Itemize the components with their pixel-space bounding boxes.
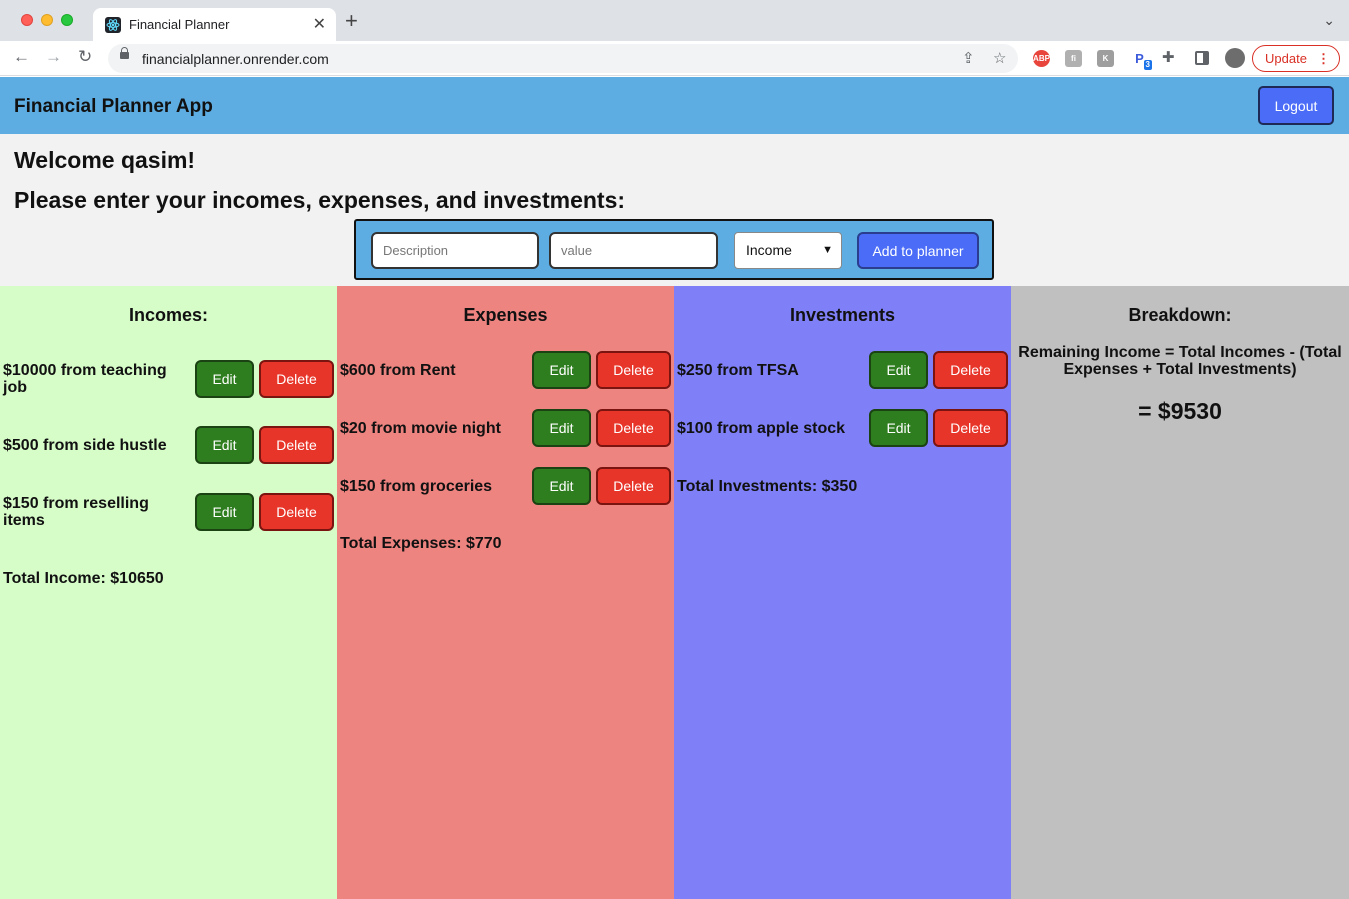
- profile-avatar[interactable]: [1225, 48, 1245, 68]
- delete-button[interactable]: Delete: [933, 351, 1008, 389]
- delete-button[interactable]: Delete: [596, 467, 671, 505]
- tab-search-chevron-icon[interactable]: ⌄: [1323, 12, 1335, 29]
- app-title: Financial Planner App: [14, 96, 213, 117]
- close-window-button[interactable]: [21, 14, 33, 26]
- lock-icon[interactable]: [120, 47, 129, 59]
- browser-tab[interactable]: Financial Planner ✕: [93, 8, 336, 41]
- url-text[interactable]: financialplanner.onrender.com: [142, 51, 329, 67]
- edit-button[interactable]: Edit: [195, 360, 254, 398]
- new-tab-icon[interactable]: +: [345, 10, 358, 32]
- edit-button[interactable]: Edit: [532, 409, 591, 447]
- logout-button[interactable]: Logout: [1258, 86, 1334, 125]
- income-item-label: $500 from side hustle: [3, 437, 167, 454]
- browser-tabstrip: Financial Planner ✕ + ⌄: [0, 0, 1349, 41]
- incomes-column: Incomes: $10000 from teaching job Edit D…: [0, 286, 337, 899]
- extension-p-icon[interactable]: P3: [1131, 50, 1152, 70]
- minimize-window-button[interactable]: [41, 14, 53, 26]
- update-button[interactable]: Update ⋮: [1252, 45, 1340, 72]
- type-select[interactable]: Income ▼: [734, 232, 842, 269]
- investments-title: Investments: [789, 305, 896, 325]
- adblock-extension-icon[interactable]: ABP: [1033, 50, 1050, 67]
- breakdown-column: Breakdown: Remaining Income = Total Inco…: [1011, 286, 1349, 899]
- incomes-title: Incomes:: [128, 305, 209, 325]
- entry-form: Income ▼ Add to planner: [354, 219, 994, 280]
- total-income: Total Income: $10650: [3, 570, 164, 587]
- add-to-planner-button[interactable]: Add to planner: [857, 232, 979, 269]
- investment-item-label: $100 from apple stock: [677, 420, 846, 437]
- expense-item-label: $600 from Rent: [340, 362, 456, 379]
- react-favicon-icon: [105, 17, 121, 33]
- description-input[interactable]: [371, 232, 539, 269]
- delete-button[interactable]: Delete: [596, 409, 671, 447]
- income-item-label: $150 from reselling items: [3, 495, 149, 529]
- close-tab-icon[interactable]: ✕: [313, 14, 326, 34]
- entry-section: Welcome qasim! Please enter your incomes…: [0, 134, 1349, 286]
- forward-arrow-icon[interactable]: →: [45, 47, 62, 67]
- update-label: Update: [1265, 51, 1307, 66]
- income-item: $10000 from teaching job Edit Delete: [0, 360, 337, 400]
- edit-button[interactable]: Edit: [869, 351, 928, 389]
- instructions-heading: Please enter your incomes, expenses, and…: [14, 187, 626, 213]
- maximize-window-button[interactable]: [61, 14, 73, 26]
- investment-item: $250 from TFSA Edit Delete: [674, 351, 1011, 391]
- income-item: $500 from side hustle Edit Delete: [0, 426, 337, 466]
- breakdown-title: Breakdown:: [1128, 305, 1232, 325]
- edit-button[interactable]: Edit: [532, 467, 591, 505]
- expenses-column: Expenses $600 from Rent Edit Delete $20 …: [337, 286, 674, 899]
- chevron-down-icon: ▼: [822, 244, 833, 256]
- expense-item-label: $150 from groceries: [340, 478, 493, 495]
- delete-button[interactable]: Delete: [596, 351, 671, 389]
- remaining-income-result: = $9530: [1138, 398, 1222, 424]
- total-expenses: Total Expenses: $770: [340, 535, 502, 552]
- delete-button[interactable]: Delete: [933, 409, 1008, 447]
- delete-button[interactable]: Delete: [259, 360, 334, 398]
- edit-button[interactable]: Edit: [532, 351, 591, 389]
- investment-item: $100 from apple stock Edit Delete: [674, 409, 1011, 449]
- investments-column: Investments $250 from TFSA Edit Delete $…: [674, 286, 1011, 899]
- income-item: $150 from reselling items Edit Delete: [0, 493, 337, 533]
- browser-toolbar: ← → ↻ financialplanner.onrender.com ⇪ ☆ …: [0, 41, 1349, 76]
- edit-button[interactable]: Edit: [195, 426, 254, 464]
- income-item-label: $10000 from teaching job: [3, 362, 167, 396]
- extensions-puzzle-icon[interactable]: ✚: [1162, 48, 1175, 66]
- share-icon[interactable]: ⇪: [962, 49, 975, 67]
- expense-item: $600 from Rent Edit Delete: [337, 351, 674, 391]
- app-header: Financial Planner App Logout: [0, 77, 1349, 134]
- value-input[interactable]: [549, 232, 718, 269]
- edit-button[interactable]: Edit: [195, 493, 254, 531]
- breakdown-formula: Remaining Income = Total Incomes - (Tota…: [1018, 344, 1342, 378]
- menu-dots-icon[interactable]: ⋮: [1317, 46, 1330, 71]
- bookmark-star-icon[interactable]: ☆: [993, 49, 1006, 67]
- reload-icon[interactable]: ↻: [78, 47, 92, 67]
- expense-item: $20 from movie night Edit Delete: [337, 409, 674, 449]
- type-select-value: Income: [746, 242, 792, 258]
- delete-button[interactable]: Delete: [259, 493, 334, 531]
- welcome-heading: Welcome qasim!: [14, 147, 196, 173]
- delete-button[interactable]: Delete: [259, 426, 334, 464]
- expenses-title: Expenses: [463, 305, 548, 325]
- extension-icon[interactable]: fi: [1065, 50, 1082, 67]
- tab-title: Financial Planner: [129, 17, 230, 32]
- edit-button[interactable]: Edit: [869, 409, 928, 447]
- expense-item-label: $20 from movie night: [340, 420, 501, 437]
- back-arrow-icon[interactable]: ←: [13, 47, 30, 67]
- expense-item: $150 from groceries Edit Delete: [337, 467, 674, 507]
- extension-k-icon[interactable]: K: [1097, 50, 1114, 67]
- side-panel-icon[interactable]: [1195, 51, 1209, 65]
- total-investments: Total Investments: $350: [677, 478, 858, 495]
- investment-item-label: $250 from TFSA: [677, 362, 799, 379]
- address-bar[interactable]: financialplanner.onrender.com ⇪ ☆: [108, 44, 1018, 73]
